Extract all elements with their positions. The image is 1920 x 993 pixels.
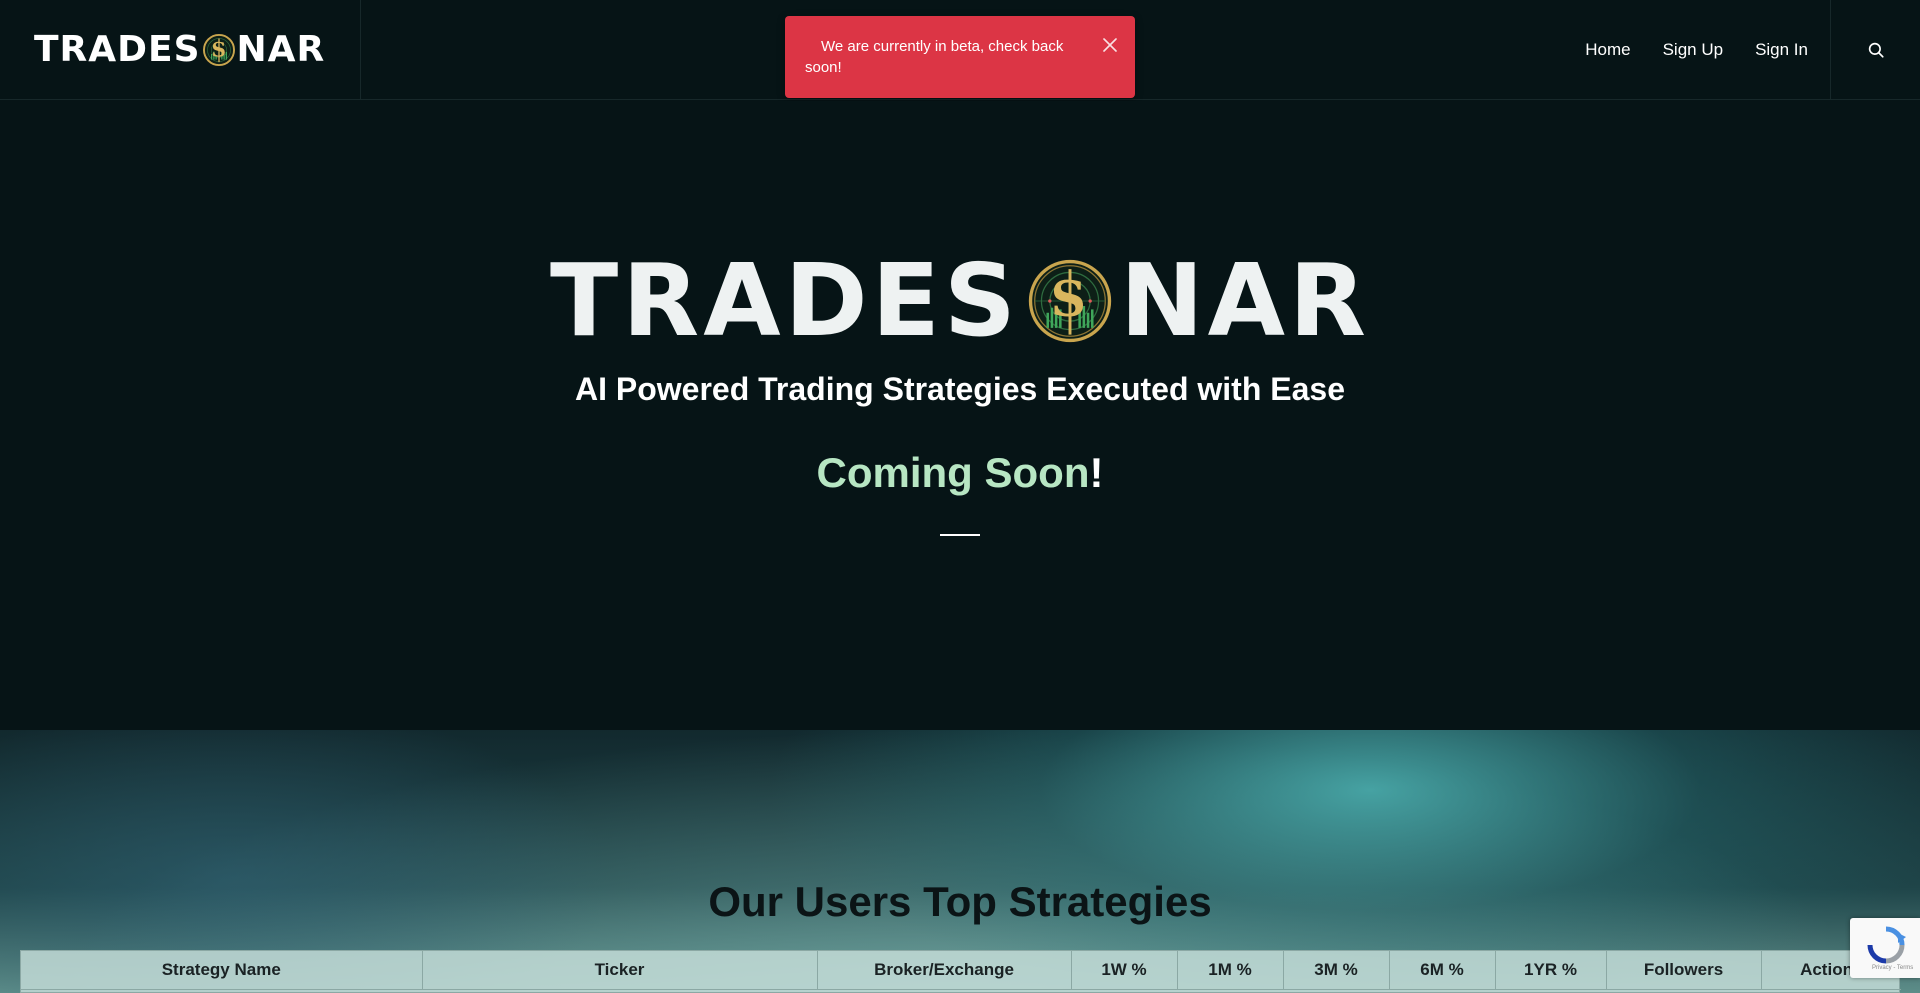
search-button[interactable] xyxy=(1830,0,1920,100)
logo-text-right: NAR xyxy=(236,29,326,70)
hero-divider xyxy=(940,534,980,536)
close-icon xyxy=(1103,38,1117,52)
hero-logo: TRADES S NAR xyxy=(550,251,1366,351)
table-header-row: Strategy Name Ticker Broker/Exchange 1W … xyxy=(21,951,1901,990)
logo-cell: TRADES S NAR xyxy=(0,0,361,100)
col-3m[interactable]: 3M % xyxy=(1283,951,1390,990)
toast-message: We are currently in beta, check back soo… xyxy=(805,38,1064,76)
nav-sign-in[interactable]: Sign In xyxy=(1755,40,1808,60)
nav-sign-up[interactable]: Sign Up xyxy=(1663,40,1723,60)
recaptcha-icon xyxy=(1867,926,1906,964)
hero-emblem-icon: S xyxy=(1028,259,1112,343)
col-1m[interactable]: 1M % xyxy=(1177,951,1284,990)
col-1w[interactable]: 1W % xyxy=(1071,951,1178,990)
col-followers[interactable]: Followers xyxy=(1606,951,1762,990)
search-icon xyxy=(1868,42,1884,58)
hero-logo-text-left: TRADES xyxy=(549,242,1020,359)
hero-section: TRADES S NAR AI Powered Trading Strategi… xyxy=(0,101,1920,730)
logo-emblem-icon: S xyxy=(202,34,235,66)
recaptcha-badge[interactable]: Privacy - Terms xyxy=(1850,918,1920,978)
col-ticker[interactable]: Ticker xyxy=(422,951,818,990)
strategies-table-wrap: Strategy Name Ticker Broker/Exchange 1W … xyxy=(20,950,1901,993)
recaptcha-terms[interactable]: Privacy - Terms xyxy=(1872,965,1913,971)
nav-home[interactable]: Home xyxy=(1585,40,1630,60)
beta-toast: We are currently in beta, check back soo… xyxy=(785,16,1135,98)
strategies-section: Our Users Top Strategies Strategy Name T… xyxy=(0,730,1920,993)
col-6m[interactable]: 6M % xyxy=(1389,951,1496,990)
coming-soon-heading: Coming Soon! xyxy=(0,449,1920,497)
main-nav: Home Sign Up Sign In xyxy=(1585,0,1808,100)
col-broker-exchange[interactable]: Broker/Exchange xyxy=(817,951,1072,990)
col-1yr[interactable]: 1YR % xyxy=(1495,951,1607,990)
coming-soon-text: Coming Soon xyxy=(816,449,1090,496)
col-strategy-name[interactable]: Strategy Name xyxy=(21,951,423,990)
hero-tagline: AI Powered Trading Strategies Executed w… xyxy=(574,371,1345,407)
coming-soon-punct: ! xyxy=(1089,449,1104,496)
toast-close-button[interactable] xyxy=(1101,36,1119,54)
site-logo[interactable]: TRADES S NAR xyxy=(34,32,325,68)
hero-logo-text-right: NAR xyxy=(1119,242,1371,359)
logo-text-left: TRADES xyxy=(34,29,201,70)
strategies-title: Our Users Top Strategies xyxy=(708,878,1212,925)
strategies-table: Strategy Name Ticker Broker/Exchange 1W … xyxy=(21,951,1901,990)
